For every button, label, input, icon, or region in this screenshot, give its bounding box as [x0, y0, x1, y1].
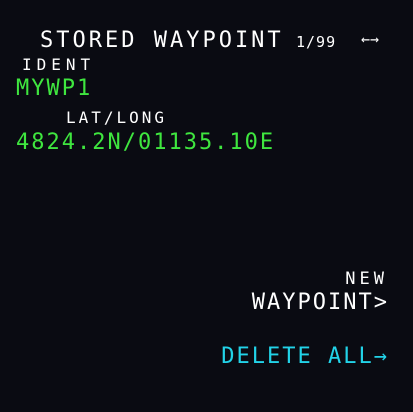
latlong-value: 4824.2N/01135.10E: [16, 130, 276, 155]
cdu-screen: STORED WAYPOINT 1/99 ←→ IDENT MYWP1 LAT/…: [0, 0, 413, 412]
page-scroll-arrows-icon[interactable]: ←→: [361, 32, 379, 47]
page-title: STORED WAYPOINT: [40, 28, 284, 53]
ident-label: IDENT: [22, 55, 96, 74]
new-waypoint-button[interactable]: WAYPOINT>: [252, 292, 389, 314]
page-indicator: 1/99: [296, 33, 337, 51]
delete-all-button[interactable]: DELETE ALL→: [221, 346, 389, 368]
new-waypoint-caption: NEW: [345, 269, 388, 289]
latlong-label: LAT/LONG: [66, 108, 168, 127]
ident-value: MYWP1: [16, 76, 93, 101]
